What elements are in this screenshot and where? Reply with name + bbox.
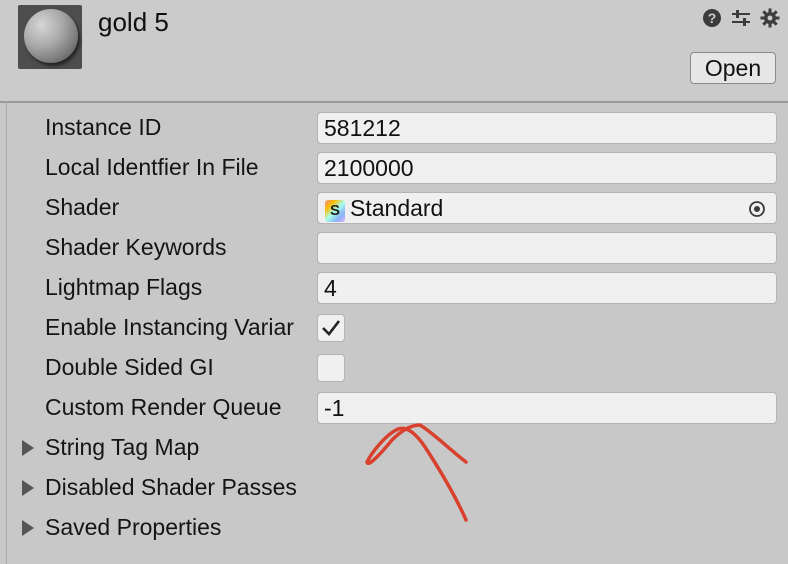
- instance-id-row: Instance ID 581212: [0, 108, 788, 148]
- foldout-label[interactable]: Disabled Shader Passes: [45, 474, 315, 501]
- material-preview: [18, 5, 82, 69]
- double-sided-gi-checkbox[interactable]: [317, 354, 345, 382]
- local-identifier-field[interactable]: 2100000: [317, 152, 777, 184]
- local-identifier-row: Local Identfier In File 2100000: [0, 148, 788, 188]
- enable-instancing-checkbox[interactable]: [317, 314, 345, 342]
- object-picker-icon[interactable]: [748, 200, 766, 218]
- foldout-arrow-icon[interactable]: [22, 520, 34, 536]
- help-icon[interactable]: ?: [702, 8, 722, 28]
- inspector-header: gold 5 ? Open: [0, 0, 788, 103]
- foldout-arrow-icon[interactable]: [22, 440, 34, 456]
- shader-keywords-field[interactable]: [317, 232, 777, 264]
- material-sphere-thumbnail: [24, 9, 78, 63]
- instance-id-field[interactable]: 581212: [317, 112, 777, 144]
- lightmap-flags-field[interactable]: 4: [317, 272, 777, 304]
- enable-instancing-row: Enable Instancing Variar: [0, 308, 788, 348]
- shader-keywords-row: Shader Keywords: [0, 228, 788, 268]
- shader-field[interactable]: Standard: [317, 192, 777, 224]
- settings-gear-icon[interactable]: [760, 8, 780, 28]
- shader-keywords-label: Shader Keywords: [45, 234, 227, 260]
- custom-render-queue-field[interactable]: -1: [317, 392, 777, 424]
- foldout-label[interactable]: String Tag Map: [45, 434, 315, 461]
- custom-render-queue-row: Custom Render Queue -1: [0, 388, 788, 428]
- foldout-string-tag-map[interactable]: String Tag Map: [0, 428, 788, 468]
- lightmap-flags-label: Lightmap Flags: [45, 274, 203, 300]
- custom-render-queue-label: Custom Render Queue: [45, 394, 282, 420]
- instance-id-label: Instance ID: [45, 114, 162, 140]
- shader-asset-icon: S: [325, 200, 345, 222]
- shader-label: Shader: [45, 194, 120, 220]
- foldout-saved-properties[interactable]: Saved Properties: [0, 508, 788, 548]
- header-icons: ?: [702, 8, 780, 28]
- local-identifier-label: Local Identfier In File: [45, 154, 259, 180]
- foldout-disabled-shader-passes[interactable]: Disabled Shader Passes: [0, 468, 788, 508]
- double-sided-gi-label: Double Sided GI: [45, 354, 214, 380]
- enable-instancing-label: Enable Instancing Variar: [45, 314, 294, 340]
- lightmap-flags-row: Lightmap Flags 4: [0, 268, 788, 308]
- shader-row: Shader Standard S: [0, 188, 788, 228]
- svg-text:?: ?: [708, 10, 717, 26]
- foldout-arrow-icon[interactable]: [22, 480, 34, 496]
- open-button[interactable]: Open: [690, 52, 776, 84]
- double-sided-gi-row: Double Sided GI: [0, 348, 788, 388]
- material-title: gold 5: [98, 7, 169, 37]
- presets-sliders-icon[interactable]: [731, 8, 751, 28]
- foldout-label[interactable]: Saved Properties: [45, 514, 315, 541]
- material-inspector: gold 5 ? Open Instance ID 581212 Local I…: [0, 0, 788, 564]
- checkmark-icon: [322, 320, 341, 336]
